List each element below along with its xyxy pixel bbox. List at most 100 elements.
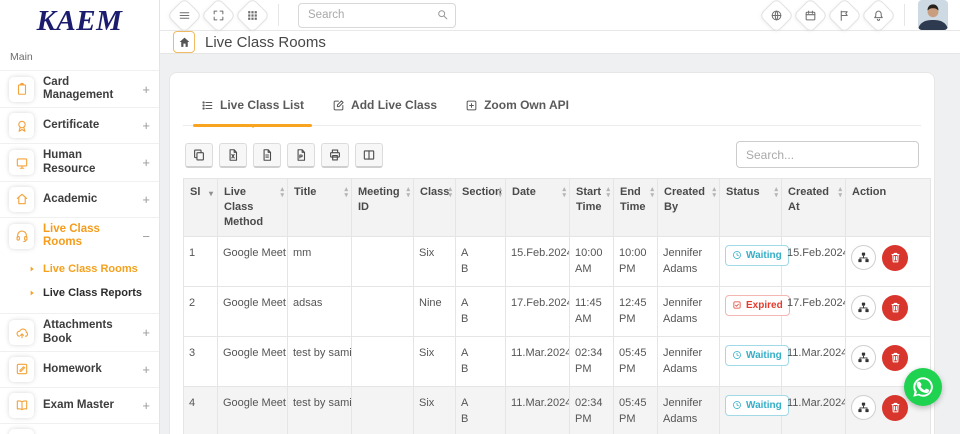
grid-button[interactable] (235, 0, 270, 33)
excel-button[interactable] (219, 143, 247, 168)
col-created-by[interactable]: Created By▴▾ (658, 179, 720, 237)
status-label: Expired (746, 298, 783, 313)
column-label: Date (512, 186, 536, 198)
join-class-button[interactable] (851, 345, 876, 370)
cell-end-time: 05:45 PM (614, 336, 658, 386)
delete-button[interactable] (882, 245, 908, 271)
whatsapp-button[interactable] (904, 368, 942, 406)
cloud-upload-icon (15, 326, 29, 340)
cell-class: Six (414, 336, 456, 386)
delete-button[interactable] (882, 295, 908, 321)
columns-button[interactable] (355, 143, 383, 168)
check-square-icon (732, 300, 742, 310)
col-end-time[interactable]: End Time▴▾ (614, 179, 658, 237)
expand-toggle[interactable]: + (142, 155, 150, 170)
topbar-search-input[interactable] (298, 3, 456, 28)
column-label: Class (420, 186, 449, 198)
plus-square-icon (465, 99, 478, 112)
headset-icon (15, 229, 29, 243)
col-class[interactable]: Class▴▾ (414, 179, 456, 237)
fullscreen-button[interactable] (201, 0, 236, 33)
cell-action (846, 236, 931, 286)
sidebar-item-homework[interactable]: Homework + (0, 351, 159, 387)
expand-toggle[interactable]: + (142, 325, 150, 340)
clock-icon (732, 250, 742, 260)
sort-carets-icon: ▴▾ (280, 187, 284, 199)
col-live-class-method[interactable]: Live Class Method▴▾ (218, 179, 288, 237)
export-buttons (185, 143, 383, 168)
col-start-time[interactable]: Start Time▴▾ (570, 179, 614, 237)
medal-icon-box (9, 113, 34, 138)
sitemap-icon (857, 251, 870, 264)
col-status[interactable]: Status▴▾ (720, 179, 782, 237)
col-section[interactable]: Section▴▾ (456, 179, 506, 237)
col-title[interactable]: Title▴▾ (288, 179, 352, 237)
cell-created-at: 11.Mar.2024 (782, 386, 846, 434)
sitemap-icon (857, 301, 870, 314)
table-search (736, 141, 919, 168)
delete-button[interactable] (882, 345, 908, 371)
col-date[interactable]: Date▴▾ (506, 179, 570, 237)
clipboard-icon (15, 82, 29, 96)
home-icon[interactable] (173, 31, 195, 53)
sidebar-item-exam-master[interactable]: Exam Master+ (0, 387, 159, 423)
sidebar-item-certificate[interactable]: Certificate+ (0, 107, 159, 143)
search-icon[interactable] (436, 8, 449, 21)
expand-toggle[interactable]: − (142, 229, 150, 244)
join-class-button[interactable] (851, 395, 876, 420)
print-button[interactable] (321, 143, 349, 168)
sidebar-item-label: Card Management (43, 76, 133, 102)
sidebar-item-live-class-rooms[interactable]: Live Class Rooms− (0, 217, 159, 254)
csv-button[interactable] (253, 143, 281, 168)
delete-button[interactable] (882, 395, 908, 421)
bell-button[interactable] (861, 0, 896, 33)
page-title: Live Class Rooms (205, 34, 326, 51)
copy-icon (192, 148, 206, 162)
menu-button[interactable] (167, 0, 202, 33)
calendar-button[interactable] (793, 0, 828, 33)
brand-logo[interactable]: KAEM (0, 0, 159, 42)
app-window: KAEM Main Card Management+Certificate+Hu… (0, 0, 960, 434)
expand-toggle[interactable]: + (142, 362, 150, 377)
cell-meeting-id (352, 336, 414, 386)
col-sl[interactable]: Sl▾ (184, 179, 218, 237)
tab-live-class-list[interactable]: Live Class List (189, 90, 316, 125)
cell-section: AB (456, 386, 506, 434)
table-row: 2Google MeetadsasNineAB17.Feb.202411:45 … (184, 286, 931, 336)
excel-icon (226, 148, 240, 162)
book-icon (15, 398, 29, 412)
table-search-input[interactable] (736, 141, 919, 168)
expand-toggle[interactable]: + (142, 398, 150, 413)
expand-toggle[interactable]: + (142, 118, 150, 133)
copy-button[interactable] (185, 143, 213, 168)
pdf-button[interactable] (287, 143, 315, 168)
grid-icon (246, 9, 259, 22)
sidebar-nav: Card Management+Certificate+Human Resour… (0, 70, 159, 434)
flag-button[interactable] (827, 0, 862, 33)
join-class-button[interactable] (851, 295, 876, 320)
cell-end-time: 10:00 PM (614, 236, 658, 286)
cell-class: Nine (414, 286, 456, 336)
sidebar-subitem-live-class-reports[interactable]: Live Class Reports (28, 281, 159, 305)
cell-status: Waiting (720, 236, 782, 286)
sidebar-item-human-resource[interactable]: Human Resource+ (0, 143, 159, 180)
cell-end-time: 05:45 PM (614, 386, 658, 434)
user-avatar[interactable] (918, 0, 948, 30)
cell-title: test by samir (288, 336, 352, 386)
col-meeting-id[interactable]: Meeting ID▴▾ (352, 179, 414, 237)
sidebar-subitem-live-class-rooms[interactable]: Live Class Rooms (28, 257, 159, 281)
sitemap-icon (857, 401, 870, 414)
expand-toggle[interactable]: + (142, 82, 150, 97)
table-header-row: Sl▾Live Class Method▴▾Title▴▾Meeting ID▴… (184, 179, 931, 237)
sidebar-item-academic[interactable]: Academic+ (0, 181, 159, 217)
sidebar-item-label: Homework (43, 363, 133, 376)
tab-zoom-own-api[interactable]: Zoom Own API (453, 90, 581, 125)
house-icon (15, 192, 29, 206)
join-class-button[interactable] (851, 245, 876, 270)
col-created-at[interactable]: Created At▴▾ (782, 179, 846, 237)
sidebar-item-card-management[interactable]: Card Management + (0, 70, 159, 107)
tab-add-live-class[interactable]: Add Live Class (320, 90, 449, 125)
globe-button[interactable] (759, 0, 794, 33)
expand-toggle[interactable]: + (142, 192, 150, 207)
sidebar-item-attachments-book[interactable]: Attachments Book+ (0, 313, 159, 350)
